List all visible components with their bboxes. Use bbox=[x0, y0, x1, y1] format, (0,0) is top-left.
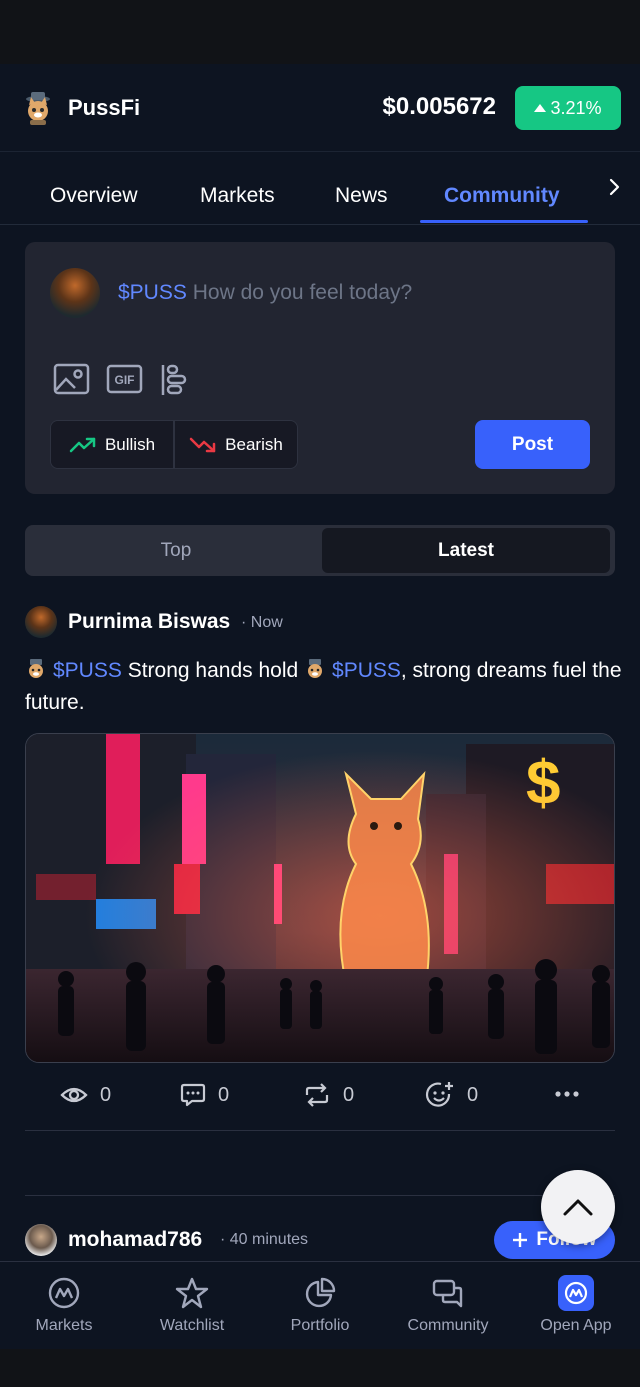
chat-icon bbox=[430, 1275, 466, 1311]
status-bar bbox=[0, 0, 640, 64]
views-stat[interactable]: 0 bbox=[60, 1080, 111, 1110]
user-avatar bbox=[50, 268, 100, 318]
author-avatar[interactable] bbox=[25, 1224, 57, 1256]
nav-portfolio-label: Portfolio bbox=[290, 1317, 350, 1334]
trend-up-icon bbox=[69, 437, 96, 452]
triangle-up-icon bbox=[534, 104, 547, 112]
nav-open-app-label: Open App bbox=[540, 1317, 612, 1334]
sort-latest-option[interactable]: Latest bbox=[322, 528, 610, 573]
bullish-button[interactable]: Bullish bbox=[51, 421, 173, 468]
post-divider bbox=[25, 1195, 615, 1196]
bearish-label: Bearish bbox=[225, 434, 283, 454]
composer-ticker: $PUSS bbox=[118, 281, 187, 304]
post-time: · 40 minutes bbox=[220, 1231, 309, 1248]
post-ticker-link[interactable]: $PUSS bbox=[53, 659, 122, 682]
post-author[interactable]: mohamad786 bbox=[68, 1228, 202, 1252]
tab-community[interactable]: Community bbox=[444, 184, 560, 208]
bearish-button[interactable]: Bearish bbox=[173, 421, 297, 468]
author-avatar[interactable] bbox=[25, 606, 57, 638]
comment-icon bbox=[180, 1083, 206, 1107]
reposts-count: 0 bbox=[343, 1083, 355, 1106]
reactions-count: 0 bbox=[467, 1083, 479, 1106]
system-navigation-bar bbox=[0, 1349, 640, 1387]
cat-emoji-icon bbox=[29, 659, 43, 678]
reactions-stat[interactable]: 0 bbox=[425, 1080, 478, 1110]
sentiment-selector: Bullish Bearish bbox=[50, 420, 298, 469]
composer-placeholder: How do you feel today? bbox=[192, 281, 413, 304]
eye-icon bbox=[60, 1087, 88, 1103]
active-tab-indicator bbox=[420, 220, 588, 223]
post-time: · Now bbox=[241, 614, 283, 631]
pie-chart-icon bbox=[302, 1275, 338, 1311]
star-icon bbox=[174, 1275, 210, 1311]
post-divider bbox=[25, 1130, 615, 1131]
trend-down-icon bbox=[189, 437, 216, 452]
poll-icon[interactable] bbox=[160, 363, 188, 397]
open-app-icon bbox=[558, 1275, 594, 1311]
neon-cat-city-illustration: $ bbox=[26, 734, 614, 1062]
svg-text:GIF: GIF bbox=[115, 373, 135, 387]
views-count: 0 bbox=[100, 1083, 112, 1106]
pussfi-logo-icon bbox=[26, 92, 50, 125]
comments-stat[interactable]: 0 bbox=[180, 1080, 229, 1110]
sort-top-option[interactable]: Top bbox=[28, 528, 324, 573]
image-icon[interactable] bbox=[53, 363, 90, 395]
tab-markets[interactable]: Markets bbox=[200, 184, 275, 208]
post-image[interactable]: $ bbox=[25, 733, 615, 1063]
add-reaction-icon bbox=[425, 1082, 453, 1107]
token-price: $0.005672 bbox=[382, 93, 496, 120]
sort-toggle: Top Latest bbox=[25, 525, 615, 576]
tab-overview[interactable]: Overview bbox=[50, 184, 138, 208]
app-name: PussFi bbox=[68, 95, 141, 120]
chevron-up-icon bbox=[563, 1199, 593, 1216]
post-button[interactable]: Post bbox=[475, 420, 590, 469]
post-author[interactable]: Purnima Biswas bbox=[68, 610, 230, 634]
comments-count: 0 bbox=[218, 1083, 230, 1106]
nav-open-app[interactable]: Open App bbox=[512, 1261, 640, 1349]
repost-icon bbox=[305, 1083, 329, 1107]
more-options-icon[interactable] bbox=[554, 1084, 580, 1104]
post-body: $PUSS Strong hands hold $PUSS, strong dr… bbox=[25, 655, 625, 719]
post-text-segment: Strong hands hold bbox=[121, 659, 305, 682]
markets-icon bbox=[46, 1275, 82, 1311]
nav-community[interactable]: Community bbox=[384, 1261, 512, 1349]
price-change-badge: 3.21% bbox=[515, 86, 621, 130]
price-change-value: 3.21% bbox=[550, 97, 602, 118]
cat-emoji-icon bbox=[308, 659, 323, 678]
nav-portfolio[interactable]: Portfolio bbox=[256, 1261, 384, 1349]
gif-icon[interactable]: GIF bbox=[106, 363, 143, 395]
composer-input[interactable]: $PUSS How do you feel today? bbox=[118, 281, 412, 305]
plus-icon bbox=[513, 1233, 528, 1247]
bullish-label: Bullish bbox=[104, 434, 156, 454]
nav-watchlist-label: Watchlist bbox=[159, 1317, 225, 1334]
nav-watchlist[interactable]: Watchlist bbox=[128, 1261, 256, 1349]
tab-news[interactable]: News bbox=[335, 184, 388, 208]
nav-community-label: Community bbox=[407, 1317, 489, 1334]
scroll-to-top-button[interactable] bbox=[541, 1170, 615, 1244]
chevron-right-icon[interactable] bbox=[604, 176, 626, 198]
reposts-stat[interactable]: 0 bbox=[303, 1080, 354, 1110]
nav-markets-label: Markets bbox=[35, 1317, 93, 1334]
post-ticker-link[interactable]: $PUSS bbox=[332, 659, 401, 682]
nav-markets[interactable]: Markets bbox=[0, 1261, 128, 1349]
